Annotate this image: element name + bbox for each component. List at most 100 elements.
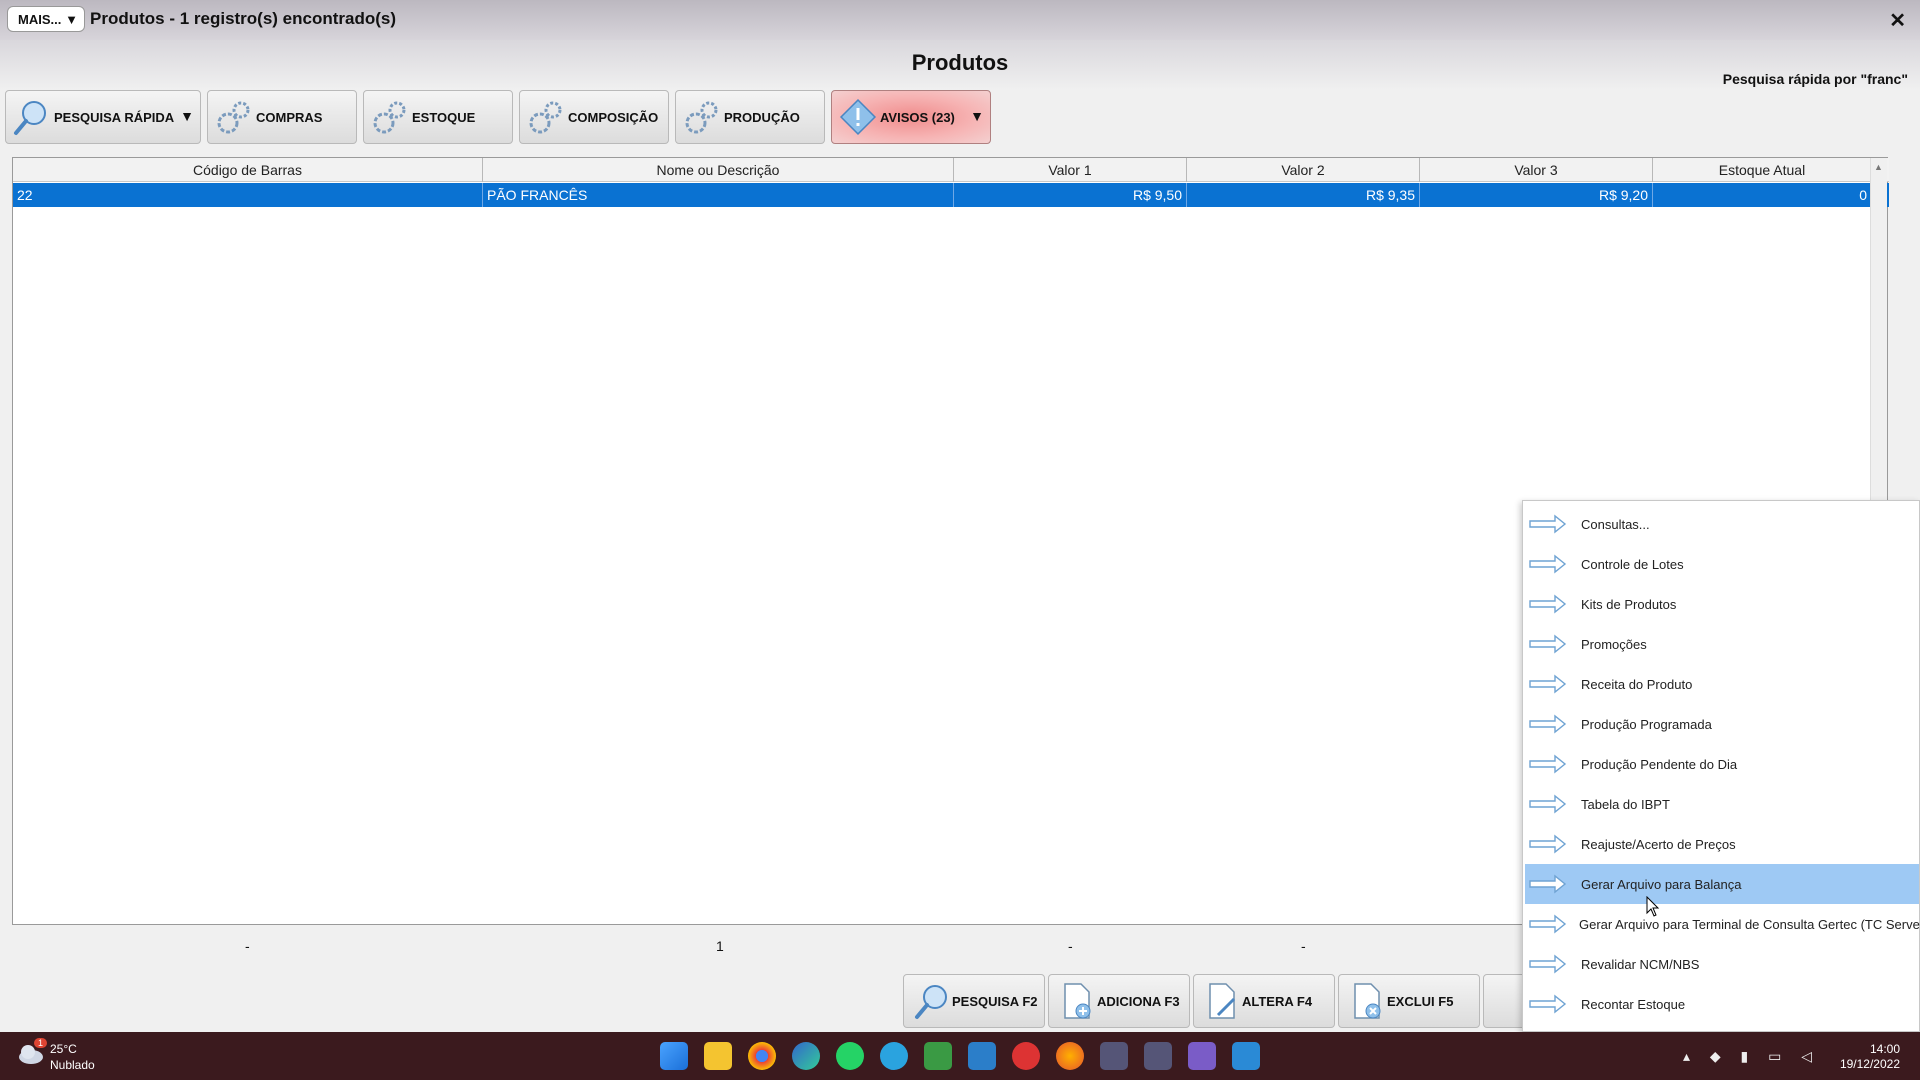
firefox-icon[interactable]: [1056, 1042, 1084, 1070]
file-explorer-icon[interactable]: [704, 1042, 732, 1070]
quick-search-button[interactable]: PESQUISA RÁPIDA ▼: [5, 90, 201, 144]
arrow-right-icon: [1529, 632, 1569, 656]
weather-condition: Nublado: [50, 1058, 95, 1072]
arrow-right-icon: [1529, 792, 1569, 816]
weather-badge: 1: [34, 1038, 48, 1048]
temperature: 25°C: [50, 1042, 77, 1056]
delete-f5-label: EXCLUI F5: [1387, 993, 1454, 1009]
quick-search-status: Pesquisa rápida por "franc": [1722, 71, 1908, 87]
erp-app-icon[interactable]: [1144, 1042, 1172, 1070]
app-icon[interactable]: [1012, 1042, 1040, 1070]
add-f3-button[interactable]: ADICIONA F3: [1048, 974, 1190, 1028]
edit-f4-button[interactable]: ALTERA F4: [1193, 974, 1335, 1028]
table-cell: R$ 9,20: [1420, 183, 1653, 207]
arrow-right-icon: [1529, 552, 1569, 576]
table-cell: 22: [13, 183, 483, 207]
warning-icon: [838, 95, 878, 139]
erp-app-icon[interactable]: [1100, 1042, 1128, 1070]
arrow-right-icon: [1529, 712, 1569, 736]
gears-icon: [214, 95, 254, 139]
compras-button[interactable]: COMPRAS: [207, 90, 357, 144]
scroll-up-icon[interactable]: ▲: [1874, 162, 1883, 172]
add-f3-label: ADICIONA F3: [1097, 993, 1180, 1009]
column-header[interactable]: Valor 1: [954, 158, 1187, 182]
column-header[interactable]: Nome ou Descrição: [483, 158, 954, 182]
magnifier-icon: [12, 95, 52, 139]
footer-total: -: [1068, 938, 1073, 954]
chevron-down-icon[interactable]: ▼: [970, 108, 984, 124]
avisos-button[interactable]: AVISOS (23) ▼: [831, 90, 991, 144]
date: 19/12/2022: [1839, 1057, 1900, 1071]
menu-item-gerar-arquivo-terminal[interactable]: Gerar Arquivo para Terminal de Consulta …: [1525, 904, 1920, 944]
producao-button[interactable]: PRODUÇÃO: [675, 90, 825, 144]
mais-label: MAIS...: [18, 12, 62, 27]
delete-f5-button[interactable]: EXCLUI F5: [1338, 974, 1480, 1028]
table-cell: 0: [1653, 183, 1872, 207]
menu-item-consultas[interactable]: Consultas...: [1525, 504, 1919, 544]
mouse-cursor-icon: [1646, 896, 1660, 917]
gears-icon: [526, 95, 566, 139]
arrow-right-icon: [1529, 992, 1569, 1016]
menu-item-tabela-ibpt[interactable]: Tabela do IBPT: [1525, 784, 1919, 824]
menu-item-reajuste-precos[interactable]: Reajuste/Acerto de Preços: [1525, 824, 1919, 864]
footer-total: 1: [716, 938, 724, 954]
mais-dropdown-button[interactable]: MAIS... ▼: [7, 6, 85, 32]
avisos-label: AVISOS (23): [880, 109, 955, 125]
whatsapp-icon[interactable]: [836, 1042, 864, 1070]
search-f2-label: PESQUISA F2: [952, 993, 1038, 1009]
menu-item-promocoes[interactable]: Promoções: [1525, 624, 1919, 664]
table-header: Código de Barras Nome ou Descrição Valor…: [13, 158, 1889, 182]
table-cell: R$ 9,35: [1187, 183, 1420, 207]
arrow-right-icon: [1529, 912, 1567, 936]
column-header[interactable]: Valor 2: [1187, 158, 1420, 182]
weather-widget[interactable]: 1 25°C Nublado: [16, 1038, 95, 1072]
add-document-icon: [1059, 979, 1097, 1023]
chevron-down-icon[interactable]: ▼: [180, 108, 194, 124]
menu-item-kits[interactable]: Kits de Produtos: [1525, 584, 1919, 624]
menu-item-revalidar-ncm[interactable]: Revalidar NCM/NBS: [1525, 944, 1919, 984]
column-header[interactable]: Valor 3: [1420, 158, 1653, 182]
table-cell: PÃO FRANCÊS: [483, 183, 954, 207]
menu-item-receita[interactable]: Receita do Produto: [1525, 664, 1919, 704]
chrome-icon[interactable]: [748, 1042, 776, 1070]
search-f2-button[interactable]: PESQUISA F2: [903, 974, 1045, 1028]
magnifier-icon: [914, 979, 952, 1023]
column-header[interactable]: Estoque Atual: [1653, 158, 1872, 182]
table-row[interactable]: 22 PÃO FRANCÊS R$ 9,50 R$ 9,35 R$ 9,20 0: [13, 183, 1889, 207]
more-options-menu: Consultas... Controle de Lotes Kits de P…: [1522, 500, 1920, 1032]
window-title: Produtos - 1 registro(s) encontrado(s): [90, 9, 397, 28]
arrow-right-icon: [1529, 672, 1569, 696]
menu-item-recontar-estoque[interactable]: Recontar Estoque: [1525, 984, 1919, 1024]
estoque-button[interactable]: ESTOQUE: [363, 90, 513, 144]
quick-search-label: PESQUISA RÁPIDA: [54, 109, 175, 125]
footer-total: -: [1301, 938, 1306, 954]
estoque-label: ESTOQUE: [412, 109, 476, 125]
edge-icon[interactable]: [792, 1042, 820, 1070]
column-header[interactable]: Código de Barras: [13, 158, 483, 182]
system-tray[interactable]: ▴ ◆ ▮ ▭ ◁: [1683, 1048, 1820, 1065]
delete-document-icon: [1349, 979, 1387, 1023]
menu-item-producao-pendente[interactable]: Produção Pendente do Dia: [1525, 744, 1919, 784]
app-icon[interactable]: [1232, 1042, 1260, 1070]
telegram-icon[interactable]: [880, 1042, 908, 1070]
app-icon[interactable]: [968, 1042, 996, 1070]
clock[interactable]: 14:00 19/12/2022: [1840, 1042, 1900, 1072]
edit-f4-label: ALTERA F4: [1242, 993, 1313, 1009]
close-icon[interactable]: ✕: [1889, 8, 1906, 33]
producao-label: PRODUÇÃO: [724, 109, 800, 125]
start-icon[interactable]: [660, 1042, 688, 1070]
spreadsheet-icon[interactable]: [924, 1042, 952, 1070]
arrow-right-icon: [1529, 752, 1569, 776]
app-icon[interactable]: [1188, 1042, 1216, 1070]
menu-item-controle-lotes[interactable]: Controle de Lotes: [1525, 544, 1919, 584]
menu-item-gerar-arquivo-balanca[interactable]: Gerar Arquivo para Balança: [1525, 864, 1919, 904]
chevron-down-icon: ▼: [65, 12, 78, 27]
gears-icon: [682, 95, 722, 139]
arrow-right-icon: [1529, 832, 1569, 856]
composicao-button[interactable]: COMPOSIÇÃO: [519, 90, 669, 144]
menu-item-producao-programada[interactable]: Produção Programada: [1525, 704, 1919, 744]
compras-label: COMPRAS: [256, 109, 323, 125]
arrow-right-icon: [1529, 952, 1569, 976]
arrow-right-icon: [1529, 872, 1569, 896]
taskbar: 1 25°C Nublado ▴ ◆ ▮ ▭ ◁ 14:00 19/12/202…: [0, 1032, 1920, 1080]
